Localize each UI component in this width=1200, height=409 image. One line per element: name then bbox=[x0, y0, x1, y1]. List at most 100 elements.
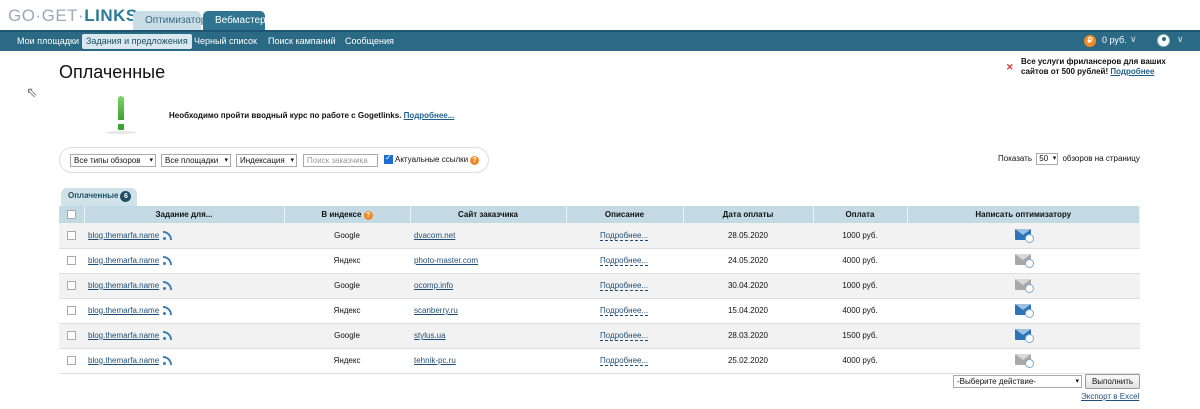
row-checkbox[interactable] bbox=[67, 230, 76, 240]
action-select[interactable]: -Выберите действие- ▾ bbox=[953, 375, 1082, 388]
task-site-link[interactable]: blog.themarfa.name bbox=[88, 281, 159, 290]
chevron-down-icon[interactable]: ∨ bbox=[1177, 34, 1184, 45]
tab-paid[interactable]: Оплаченные 6 bbox=[61, 188, 137, 206]
rss-icon[interactable] bbox=[163, 356, 173, 366]
task-site-link[interactable]: blog.themarfa.name bbox=[88, 331, 159, 340]
index-cell: Яндекс bbox=[284, 348, 410, 374]
chevron-down-icon: ▾ bbox=[290, 157, 294, 164]
nav-campaign-search[interactable]: Поиск кампаний bbox=[264, 34, 340, 49]
nav-blacklist[interactable]: Черный список bbox=[190, 34, 261, 49]
customer-site-link[interactable]: scanberry.ru bbox=[414, 306, 458, 315]
index-cell: Яндекс bbox=[284, 298, 410, 324]
payment-date-cell: 24.05.2020 bbox=[683, 248, 813, 274]
actual-links-checkbox[interactable] bbox=[384, 153, 393, 164]
customer-site-link[interactable]: photo-master.com bbox=[414, 256, 478, 265]
logo-text-bold: LINKS bbox=[84, 6, 138, 25]
chevron-down-icon[interactable]: ∨ bbox=[1130, 34, 1137, 45]
index-cell: Google bbox=[284, 223, 410, 249]
row-checkbox[interactable] bbox=[67, 356, 76, 366]
customer-site-cell: ocomp.info bbox=[410, 273, 566, 299]
task-site-cell: blog.themarfa.name bbox=[84, 273, 284, 299]
page-title: Оплаченные bbox=[59, 62, 166, 82]
per-page-prefix: Показать bbox=[998, 154, 1033, 164]
exclamation-shadow bbox=[106, 131, 136, 134]
logo[interactable]: GO·GET·LINKS bbox=[8, 6, 138, 26]
mail-icon[interactable] bbox=[1015, 254, 1035, 268]
course-notice: Необходимо пройти вводный курс по работе… bbox=[169, 111, 454, 120]
table-header-row: Задание для... В индексе ? Сайт заказчик… bbox=[59, 206, 1140, 223]
payment-cell: 4000 руб. bbox=[813, 248, 907, 274]
per-page-select[interactable]: 50 ▾ bbox=[1036, 153, 1059, 165]
customer-site-link[interactable]: dvacom.net bbox=[414, 231, 455, 240]
mail-icon[interactable] bbox=[1015, 304, 1035, 318]
description-link[interactable]: Подробнее... bbox=[600, 356, 649, 366]
ruble-coin-icon[interactable]: ₽ bbox=[1084, 35, 1096, 47]
task-site-link[interactable]: blog.themarfa.name bbox=[88, 231, 159, 240]
row-checkbox-cell bbox=[59, 273, 84, 299]
help-icon[interactable]: ? bbox=[470, 156, 479, 165]
payment-date-cell: 15.04.2020 bbox=[683, 298, 813, 324]
customer-site-link[interactable]: stylus.ua bbox=[414, 331, 446, 340]
description-cell: Подробнее... bbox=[566, 348, 683, 374]
tab-webmaster[interactable]: Вебмастер bbox=[203, 11, 266, 30]
tab-optimizer[interactable]: Оптимизатор bbox=[133, 11, 206, 30]
task-site-link[interactable]: blog.themarfa.name bbox=[88, 356, 159, 365]
nav-messages[interactable]: Сообщения bbox=[341, 34, 398, 49]
customer-search-input[interactable]: Поиск заказчика bbox=[303, 154, 378, 167]
mail-icon[interactable] bbox=[1015, 329, 1035, 343]
row-checkbox-cell bbox=[59, 348, 84, 374]
index-cell: Google bbox=[284, 273, 410, 299]
export-excel-link[interactable]: Экспорт в Excel bbox=[1081, 392, 1139, 401]
nav-my-sites[interactable]: Мои площадки bbox=[13, 34, 83, 49]
description-link[interactable]: Подробнее... bbox=[600, 256, 649, 266]
description-link[interactable]: Подробнее... bbox=[600, 230, 649, 241]
paid-reviews-table: Задание для... В индексе ? Сайт заказчик… bbox=[59, 206, 1140, 374]
review-type-select[interactable]: Все типы обзоров ▾ bbox=[70, 154, 156, 167]
col-task[interactable]: Задание для... bbox=[84, 206, 285, 223]
rss-icon[interactable] bbox=[163, 281, 173, 291]
logo-text: GO·GET· bbox=[8, 6, 85, 25]
description-cell: Подробнее... bbox=[566, 223, 683, 249]
row-checkbox[interactable] bbox=[67, 306, 76, 316]
row-checkbox[interactable] bbox=[67, 256, 76, 266]
balance[interactable]: 0 руб. bbox=[1102, 35, 1127, 45]
promo-link[interactable]: Подробнее bbox=[1110, 67, 1154, 76]
message-cell bbox=[907, 248, 1140, 274]
sites-select[interactable]: Все площадки ▾ bbox=[161, 154, 231, 167]
mail-icon[interactable] bbox=[1015, 279, 1035, 293]
chevron-down-icon: ▾ bbox=[224, 157, 228, 164]
col-message-optimizer: Написать оптимизатору bbox=[907, 206, 1140, 223]
payment-cell: 4000 руб. bbox=[813, 348, 907, 374]
description-link[interactable]: Подробнее... bbox=[600, 306, 649, 316]
notice-link[interactable]: Подробнее... bbox=[404, 111, 455, 120]
row-checkbox[interactable] bbox=[67, 281, 76, 291]
execute-button[interactable]: Выполнить bbox=[1085, 374, 1140, 389]
table-row: blog.themarfa.name Google ocomp.info Подроб… bbox=[59, 273, 1140, 299]
description-cell: Подробнее... bbox=[566, 298, 683, 324]
mail-icon[interactable] bbox=[1015, 354, 1035, 368]
task-site-link[interactable]: blog.themarfa.name bbox=[88, 256, 159, 265]
chevron-down-icon: ▾ bbox=[1052, 155, 1057, 162]
nav-tasks-offers[interactable]: Задания и предложения bbox=[82, 34, 192, 49]
select-all-checkbox[interactable] bbox=[66, 210, 76, 220]
mail-icon[interactable] bbox=[1015, 228, 1035, 243]
rss-icon[interactable] bbox=[163, 306, 173, 316]
help-icon[interactable]: ? bbox=[363, 210, 373, 220]
exclamation-dot bbox=[118, 124, 124, 130]
message-cell bbox=[907, 323, 1140, 349]
customer-site-link[interactable]: tehnik-pc.ru bbox=[414, 356, 456, 365]
rss-icon[interactable] bbox=[163, 230, 173, 240]
notice-text: Необходимо пройти вводный курс по работе… bbox=[169, 111, 402, 120]
customer-site-cell: scanberry.ru bbox=[410, 298, 566, 324]
close-icon[interactable]: ✕ bbox=[1006, 62, 1014, 73]
row-checkbox[interactable] bbox=[67, 331, 76, 341]
description-link[interactable]: Подробнее... bbox=[600, 281, 649, 291]
row-checkbox-cell bbox=[59, 323, 84, 349]
rss-icon[interactable] bbox=[163, 331, 173, 341]
rss-icon[interactable] bbox=[163, 256, 173, 266]
user-avatar-icon[interactable] bbox=[1157, 34, 1170, 47]
task-site-link[interactable]: blog.themarfa.name bbox=[88, 306, 159, 315]
indexation-select[interactable]: Индексация ▾ bbox=[236, 154, 297, 167]
description-link[interactable]: Подробнее... bbox=[600, 331, 649, 341]
customer-site-link[interactable]: ocomp.info bbox=[414, 281, 453, 290]
